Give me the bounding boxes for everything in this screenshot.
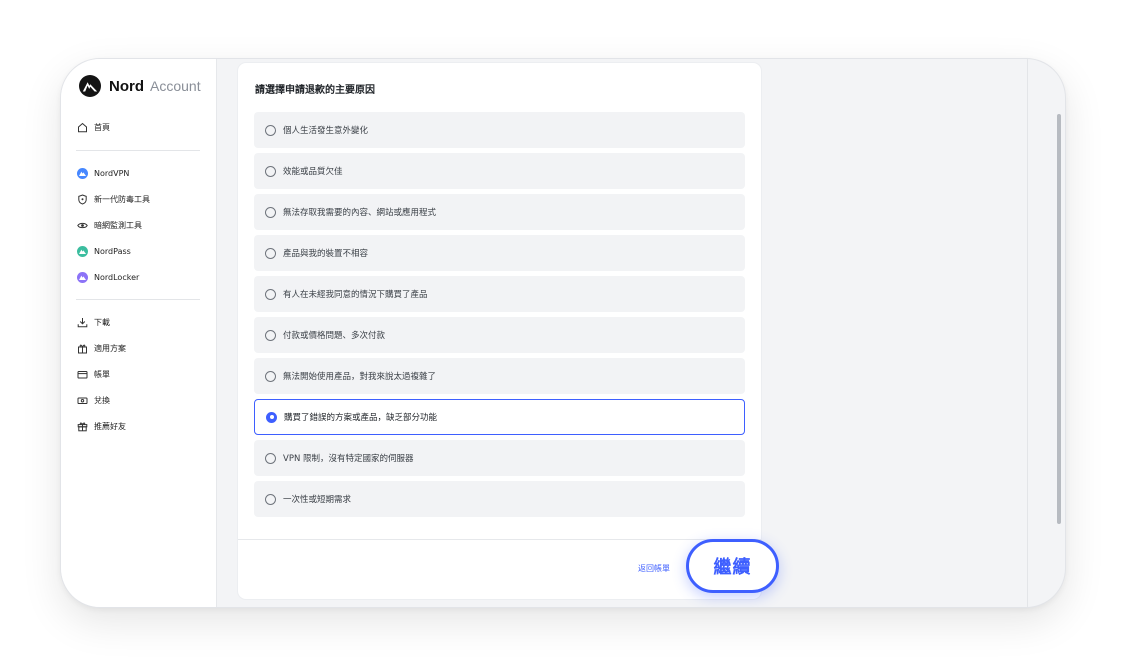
download-icon [76,316,88,328]
sidebar-item-home[interactable]: 首頁 [76,118,110,136]
scrollbar-track [1027,59,1028,607]
gift-box-icon [76,342,88,354]
billing-card-icon [76,368,88,380]
reason-option-label: 無法開始使用產品，對我來說太過複雜了 [283,372,437,382]
radio-button[interactable] [265,206,276,218]
sidebar-item-nordvpn[interactable]: NordVPN [76,164,129,182]
radio-button[interactable] [265,247,276,259]
reason-option[interactable]: 付款或價格問題、多次付款 [254,317,745,353]
sidebar-divider [76,299,200,300]
sidebar-item-billing[interactable]: 帳單 [76,365,110,383]
reason-option-label: 付款或價格問題、多次付款 [283,331,386,341]
footer-divider [238,539,761,540]
nord-account-logo[interactable]: Nord Account [79,75,201,97]
sidebar-item-nordpass[interactable]: NordPass [76,242,131,260]
gift-icon [76,420,88,432]
reason-option-label: 個人生活發生意外變化 [283,126,369,136]
continue-button[interactable]: 繼續 [686,539,779,593]
reason-option[interactable]: VPN 限制，沒有特定國家的伺服器 [254,440,745,476]
radio-button[interactable] [265,288,276,300]
eye-icon [76,219,88,231]
reason-option[interactable]: 無法存取我需要的內容、網站或應用程式 [254,194,745,230]
brand-name: Nord [109,77,144,95]
sidebar-item-label: NordVPN [94,168,130,178]
radio-button[interactable] [265,165,276,177]
reason-option[interactable]: 產品與我的裝置不相容 [254,235,745,271]
radio-button[interactable] [265,329,276,341]
reason-option-label: 效能或品質欠佳 [283,167,343,177]
shield-icon [76,193,88,205]
nordlocker-icon [76,271,88,283]
sidebar-item-label: 適用方案 [94,343,126,353]
sidebar-item-darkweb-monitor[interactable]: 暗網監測工具 [76,216,142,234]
reason-option[interactable]: 無法開始使用產品，對我來說太過複雜了 [254,358,745,394]
radio-button[interactable] [265,452,276,464]
home-icon [76,121,88,133]
reason-option-label: VPN 限制，沒有特定國家的伺服器 [283,454,414,464]
sidebar: Nord Account 首頁 NordVPN 新一代防毒工具 暗網監測工具 N… [61,59,217,607]
sidebar-item-label: NordPass [94,246,131,256]
sidebar-item-label: 首頁 [94,122,110,132]
sidebar-item-plans[interactable]: 適用方案 [76,339,126,357]
radio-button[interactable] [265,124,276,136]
brand-suffix: Account [150,78,201,94]
reason-option-label: 無法存取我需要的內容、網站或應用程式 [283,208,437,218]
nordvpn-icon [76,167,88,179]
reason-option-label: 有人在未經我同意的情況下購買了產品 [283,290,428,300]
back-to-billing-link[interactable]: 返回帳單 [638,563,670,574]
sidebar-item-label: 新一代防毒工具 [94,194,150,204]
redeem-ticket-icon [76,394,88,406]
sidebar-item-label: 兌換 [94,395,110,405]
reason-option-selected[interactable]: 購買了錯誤的方案或產品，缺乏部分功能 [254,399,745,435]
reason-option-label: 一次性或短期需求 [283,495,352,505]
sidebar-item-nordlocker[interactable]: NordLocker [76,268,139,286]
refund-reason-card: 請選擇申請退款的主要原因 個人生活發生意外變化 效能或品質欠佳 無法存取我需要的… [238,63,779,599]
reason-option[interactable]: 效能或品質欠佳 [254,153,745,189]
sidebar-item-label: 帳單 [94,369,110,379]
sidebar-divider [76,150,200,151]
nord-mountain-icon [79,75,101,97]
sidebar-item-redeem[interactable]: 兌換 [76,391,110,409]
sidebar-item-downloads[interactable]: 下載 [76,313,110,331]
reason-option[interactable]: 一次性或短期需求 [254,481,745,517]
radio-button-checked[interactable] [266,411,277,423]
radio-button[interactable] [265,493,276,505]
reason-option-label: 購買了錯誤的方案或產品，缺乏部分功能 [284,413,438,423]
question-title: 請選擇申請退款的主要原因 [255,85,375,96]
app-window: Nord Account 首頁 NordVPN 新一代防毒工具 暗網監測工具 N… [60,58,1066,608]
reason-option[interactable]: 個人生活發生意外變化 [254,112,745,148]
sidebar-item-refer-friend[interactable]: 推薦好友 [76,417,126,435]
reason-option-label: 產品與我的裝置不相容 [283,249,369,259]
sidebar-item-label: 下載 [94,317,110,327]
sidebar-item-label: 推薦好友 [94,421,126,431]
scrollbar-thumb[interactable] [1057,114,1061,524]
radio-button[interactable] [265,370,276,382]
nordpass-icon [76,245,88,257]
sidebar-item-label: NordLocker [94,272,140,282]
sidebar-item-antivirus[interactable]: 新一代防毒工具 [76,190,150,208]
reason-option[interactable]: 有人在未經我同意的情況下購買了產品 [254,276,745,312]
sidebar-item-label: 暗網監測工具 [94,220,142,230]
